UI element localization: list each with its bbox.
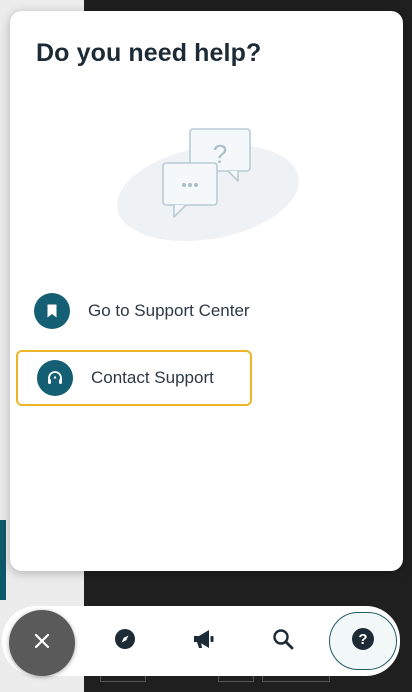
help-icon: ? — [351, 627, 375, 656]
support-center-label: Go to Support Center — [88, 301, 250, 320]
close-icon — [33, 632, 51, 655]
svg-text:?: ? — [358, 631, 367, 648]
compass-icon — [113, 627, 137, 656]
announcements-button[interactable] — [176, 606, 232, 676]
background-accent-bar — [0, 520, 6, 600]
close-button[interactable] — [9, 610, 75, 676]
chat-bubbles-illustration: ? — [117, 128, 299, 242]
contact-support-label: Contact Support — [91, 368, 214, 387]
search-icon — [272, 628, 294, 655]
contact-support-option[interactable]: Contact Support — [16, 350, 252, 406]
headset-icon — [37, 360, 73, 396]
help-panel: Do you need help? ? Go to Support Center — [10, 11, 403, 571]
compass-button[interactable] — [97, 606, 153, 676]
support-center-option[interactable]: Go to Support Center — [16, 283, 252, 339]
megaphone-icon — [191, 627, 217, 656]
help-button[interactable]: ? — [329, 612, 397, 670]
bookmark-icon — [34, 293, 70, 329]
panel-title: Do you need help? — [36, 39, 262, 67]
search-button[interactable] — [255, 606, 311, 676]
